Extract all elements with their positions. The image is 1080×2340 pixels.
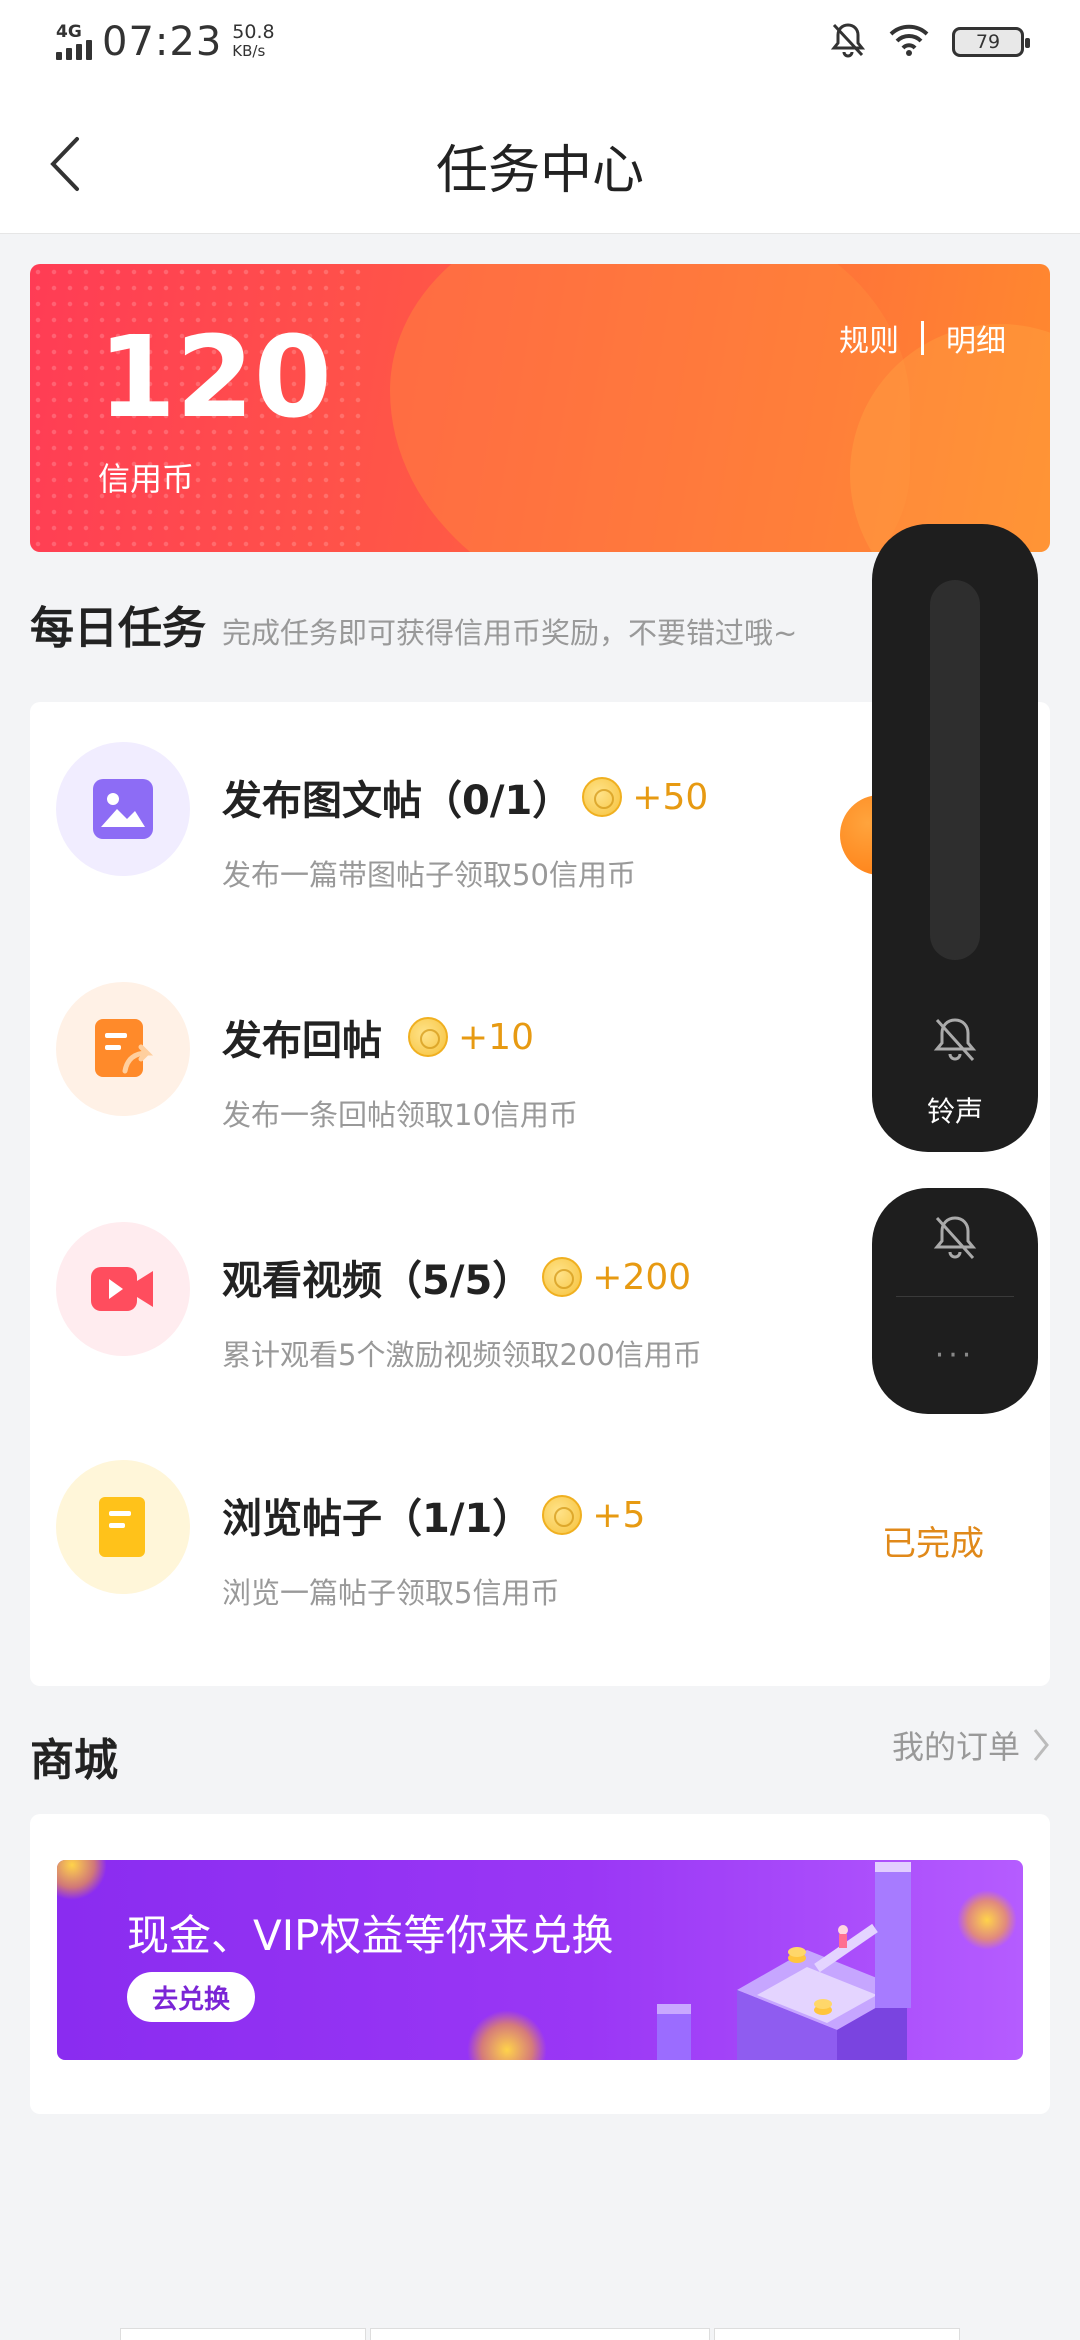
task-description: 累计观看5个激励视频领取200信用币 <box>222 1338 702 1372</box>
speed-value: 50.8 <box>232 21 275 43</box>
battery-icon: 79 <box>952 27 1030 57</box>
detail-link[interactable]: 明细 <box>946 316 1006 360</box>
task-description: 发布一篇带图帖子领取50信用币 <box>222 858 636 892</box>
image-post-icon <box>56 742 190 876</box>
wifi-icon <box>888 24 930 60</box>
isometric-building-illustration <box>657 1862 911 2060</box>
coin-icon <box>408 1017 448 1057</box>
nav-bar: 任务中心 <box>0 84 1080 234</box>
more-options-button[interactable]: ··· <box>872 1338 1038 1373</box>
daily-tasks-header: 每日任务 完成任务即可获得信用币奖励，不要错过哦~ <box>30 592 797 656</box>
browse-post-icon <box>56 1460 190 1594</box>
clock: 07:23 <box>102 19 223 65</box>
task-title-row: 发布回帖 +10 <box>222 1008 534 1066</box>
volume-slider[interactable] <box>930 580 980 960</box>
task-status-completed: 已完成 <box>882 1524 984 1564</box>
video-icon <box>56 1222 190 1356</box>
task-title-row: 发布图文帖（0/1） +50 <box>222 768 708 826</box>
status-right: 79 <box>830 21 1030 63</box>
task-description: 浏览一篇帖子领取5信用币 <box>222 1576 560 1610</box>
reply-post-icon <box>56 982 190 1116</box>
banner-decoration <box>390 264 910 552</box>
section-title: 商城 <box>30 1735 118 1786</box>
section-title: 每日任务 <box>30 603 206 654</box>
network-type: 4G <box>56 22 82 42</box>
my-orders-label: 我的订单 <box>891 1728 1020 1766</box>
task-reward: +50 <box>632 776 709 818</box>
link-divider <box>921 321 924 355</box>
volume-panel[interactable]: 铃声 <box>872 524 1038 1152</box>
chevron-right-icon <box>1033 1729 1049 1761</box>
task-reward: +200 <box>592 1256 692 1298</box>
banner-links: 规则 明细 <box>839 316 1006 360</box>
divider <box>896 1296 1014 1297</box>
mute-bell-icon <box>830 21 866 63</box>
task-title: 发布回帖 <box>222 1018 382 1064</box>
shop-card: 现金、VIP权益等你来兑换 去兑换 <box>30 1814 1050 2114</box>
speed-unit: KB/s <box>232 42 266 60</box>
shop-header: 商城 <box>30 1724 118 1788</box>
bottom-tab-edge <box>370 2328 710 2340</box>
signal-indicator: 4G <box>56 24 92 60</box>
signal-icon <box>56 40 92 60</box>
my-orders-link[interactable]: 我的订单 <box>892 1722 1050 1768</box>
coin-icon <box>542 1257 583 1297</box>
coin-icon <box>542 1495 583 1535</box>
coin-icon <box>582 777 623 817</box>
task-title: 发布图文帖（0/1） <box>222 778 573 824</box>
bottom-tab-edge <box>714 2328 960 2340</box>
status-bar: 4G 07:23 50.8 KB/s 79 <box>0 0 1080 84</box>
task-title: 观看视频（5/5） <box>222 1258 533 1304</box>
task-reward: +5 <box>592 1494 646 1536</box>
task-title-row: 浏览帖子（1/1） +5 <box>222 1486 645 1544</box>
glow-decoration <box>57 1860 107 1900</box>
bottom-tab-edge <box>120 2328 366 2340</box>
network-speed: 50.8 KB/s <box>232 23 274 61</box>
task-title: 浏览帖子（1/1） <box>222 1496 533 1542</box>
task-item[interactable]: 浏览帖子（1/1） +5 浏览一篇帖子领取5信用币 已完成 <box>30 1420 1050 1620</box>
task-reward: +10 <box>458 1016 534 1058</box>
battery-level: 79 <box>975 31 1001 53</box>
volume-quick-panel: ··· <box>872 1188 1038 1414</box>
task-description: 发布一条回帖领取10信用币 <box>222 1098 578 1132</box>
status-left: 4G 07:23 50.8 KB/s <box>56 19 275 65</box>
rules-link[interactable]: 规则 <box>839 316 899 360</box>
redeem-button[interactable]: 去兑换 <box>127 1972 255 2022</box>
glow-decoration <box>467 2010 547 2060</box>
credit-balance: 120 <box>98 313 332 443</box>
mute-toggle-icon[interactable] <box>930 1212 980 1266</box>
task-title-row: 观看视频（5/5） +200 <box>222 1248 691 1306</box>
balance-banner: 120 信用币 规则 明细 <box>30 264 1050 552</box>
promo-banner[interactable]: 现金、VIP权益等你来兑换 去兑换 <box>57 1860 1023 2060</box>
ringer-label: 铃声 <box>926 1095 983 1128</box>
promo-text: 现金、VIP权益等你来兑换 <box>127 1911 614 1960</box>
ringer-mute-icon <box>930 1014 980 1068</box>
page-title: 任务中心 <box>435 141 644 201</box>
credit-balance-label: 信用币 <box>98 460 195 498</box>
section-subtitle: 完成任务即可获得信用币奖励，不要错过哦~ <box>222 616 798 650</box>
